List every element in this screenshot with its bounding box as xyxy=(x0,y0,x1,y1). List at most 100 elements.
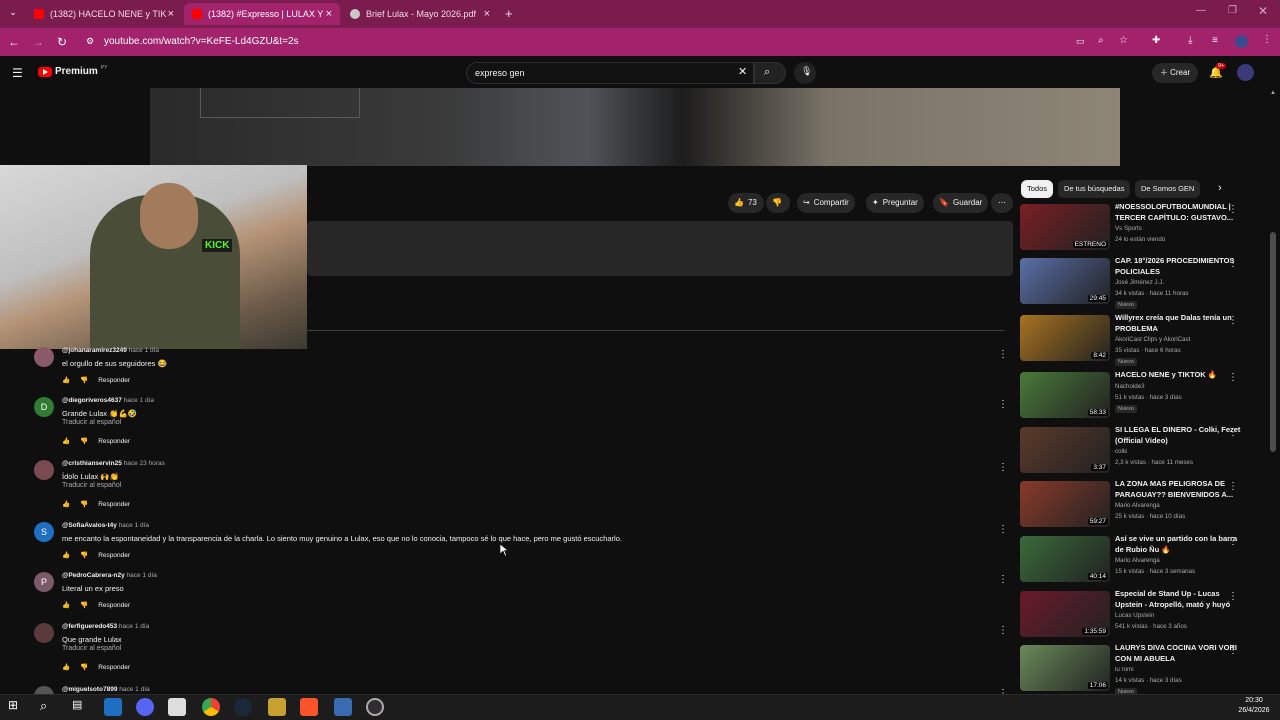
video-more-icon[interactable]: ⋮ xyxy=(1228,645,1238,656)
video-thumbnail[interactable]: 8:42 xyxy=(1020,315,1110,361)
ask-button[interactable]: ✦ Preguntar xyxy=(866,193,924,213)
scrollbar[interactable] xyxy=(1270,232,1276,452)
save-button[interactable]: 🔖 Guardar xyxy=(933,193,989,213)
video-more-icon[interactable]: ⋮ xyxy=(1228,536,1238,547)
translate-link[interactable]: Traducir al español xyxy=(62,482,121,489)
comment-username[interactable]: @SofiaAvalos-t4y xyxy=(62,522,117,529)
site-info-icon[interactable]: ⚙ xyxy=(86,36,94,47)
extensions-icon[interactable]: ✚ xyxy=(1152,35,1160,46)
comment-more-icon[interactable]: ⋮ xyxy=(998,524,1008,535)
channel-name[interactable]: Vs Sports xyxy=(1115,225,1142,232)
description-box[interactable] xyxy=(307,221,1013,276)
maximize-window-button[interactable]: ❐ xyxy=(1228,5,1237,16)
channel-name[interactable]: Mario Alvarenga xyxy=(1115,502,1160,509)
comment-more-icon[interactable]: ⋮ xyxy=(998,399,1008,410)
back-arrow-icon[interactable]: ← xyxy=(6,34,22,50)
recommended-video[interactable]: 8:42 Willyrex creía que Dalas tenía un PR… xyxy=(1020,313,1260,371)
comment-time[interactable]: hace 1 día xyxy=(127,572,157,579)
more-actions-button[interactable]: ⋯ xyxy=(991,193,1013,213)
recommended-video[interactable]: 17:06 LAURYS DIVA COCINA VORI VORI CON MI… xyxy=(1020,643,1260,701)
discord-icon[interactable] xyxy=(136,698,154,716)
comment-more-icon[interactable]: ⋮ xyxy=(998,462,1008,473)
recommended-video[interactable]: 59:27 LA ZONA MAS PELIGROSA DE PARAGUAY??… xyxy=(1020,479,1260,537)
thumbs-up-icon[interactable]: 👍 xyxy=(62,663,70,671)
thumbs-down-icon[interactable]: 👎 xyxy=(80,551,88,559)
video-title[interactable]: Willyrex creía que Dalas tenía un PROBLE… xyxy=(1115,313,1245,334)
app-icon[interactable] xyxy=(168,698,186,716)
browser-menu-icon[interactable]: ⋮ xyxy=(1262,34,1272,45)
comment-more-icon[interactable]: ⋮ xyxy=(998,625,1008,636)
comment-avatar[interactable]: S xyxy=(34,522,54,542)
close-tab-icon[interactable]: × xyxy=(484,8,490,20)
comment-time[interactable]: hace 1 día xyxy=(119,686,149,693)
video-thumbnail[interactable]: 40:14 xyxy=(1020,536,1110,582)
close-window-button[interactable]: ✕ xyxy=(1258,4,1268,18)
voice-search-button[interactable]: 🎙 xyxy=(794,62,816,84)
comment-time[interactable]: hace 1 día xyxy=(124,397,154,404)
new-tab-button[interactable]: + xyxy=(505,6,513,21)
thumbs-down-icon[interactable]: 👎 xyxy=(80,437,88,445)
comment-more-icon[interactable]: ⋮ xyxy=(998,574,1008,585)
steam-icon[interactable] xyxy=(234,698,252,716)
recommended-video[interactable]: 40:14 Así se vive un partido con la barra… xyxy=(1020,534,1260,592)
calculator-icon[interactable] xyxy=(334,698,352,716)
video-more-icon[interactable]: ⋮ xyxy=(1228,258,1238,269)
forward-arrow-icon[interactable]: → xyxy=(30,34,46,50)
comment-avatar[interactable] xyxy=(34,623,54,643)
media-icon[interactable]: ≡ xyxy=(1212,35,1218,46)
browser-tab-1[interactable]: (1382) HACELO NENE y TIKTOK × xyxy=(26,3,182,25)
recommended-video[interactable]: 58:33 HACELO NENE y TIKTOK 🔥 Nachoide3 51 k… xyxy=(1020,370,1260,428)
video-more-icon[interactable]: ⋮ xyxy=(1228,591,1238,602)
browser-tab-2[interactable]: (1382) #Expresso | LULAX Y SU × xyxy=(184,3,340,25)
search-button[interactable]: ⌕ xyxy=(754,62,786,84)
video-more-icon[interactable]: ⋮ xyxy=(1228,372,1238,383)
search-icon[interactable]: ⌕ xyxy=(40,698,58,716)
comment-username[interactable]: @diegoriveros4637 xyxy=(62,397,122,404)
download-icon[interactable]: ⤓ xyxy=(1188,35,1192,46)
channel-name[interactable]: AkoriCast Clips y AkoriCast xyxy=(1115,336,1190,343)
cast-icon[interactable]: ▭ xyxy=(1076,36,1085,47)
edge-icon[interactable] xyxy=(104,698,122,716)
video-thumbnail[interactable]: 29:45 xyxy=(1020,258,1110,304)
browser-tab-3[interactable]: Brief Lulax - Mayo 2026.pdf × xyxy=(342,3,498,25)
video-title[interactable]: CAP. 18°/2026 PROCEDIMIENTOS POLICIALES xyxy=(1115,256,1245,277)
reply-button[interactable]: Responder xyxy=(98,552,130,559)
chevron-right-icon[interactable]: › xyxy=(1218,182,1222,194)
chip-todos[interactable]: Todos xyxy=(1021,180,1054,198)
channel-name[interactable]: colki xyxy=(1115,448,1127,455)
comment-time[interactable]: hace 1 día xyxy=(119,623,149,630)
thumbs-up-icon[interactable]: 👍 xyxy=(62,500,70,508)
like-button[interactable]: 👍 73 xyxy=(728,193,764,213)
create-button[interactable]: ＋ Crear xyxy=(1152,63,1198,83)
windows-start-icon[interactable]: ⊞ xyxy=(8,698,26,716)
close-tab-icon[interactable]: × xyxy=(326,8,332,20)
share-button[interactable]: ↪ Compartir xyxy=(797,193,855,213)
reply-button[interactable]: Responder xyxy=(98,438,130,445)
comment-more-icon[interactable]: ⋮ xyxy=(998,349,1008,360)
thumbs-up-icon[interactable]: 👍 xyxy=(62,376,70,384)
recommended-video[interactable]: 1:35:59 Especial de Stand Up - Lucas Upst… xyxy=(1020,589,1260,647)
comment-username[interactable]: @ferfigueredo453 xyxy=(62,623,117,630)
video-thumbnail[interactable]: 17:06 xyxy=(1020,645,1110,691)
zoom-icon[interactable]: ⌕ xyxy=(1098,35,1104,46)
recommended-video[interactable]: 3:37 SI LLEGA EL DINERO - Colki, Fezet (O… xyxy=(1020,425,1260,483)
reply-button[interactable]: Responder xyxy=(98,664,130,671)
chrome-icon[interactable] xyxy=(202,698,220,716)
scroll-up-arrow-icon[interactable]: ▲ xyxy=(1270,90,1276,96)
search-input[interactable]: expreso gen xyxy=(466,62,754,84)
channel-name[interactable]: Mario Alvarenga xyxy=(1115,557,1160,564)
video-thumbnail[interactable]: 58:33 xyxy=(1020,372,1110,418)
reply-button[interactable]: Responder xyxy=(98,602,130,609)
video-more-icon[interactable]: ⋮ xyxy=(1228,481,1238,492)
brave-icon[interactable] xyxy=(300,698,318,716)
channel-name[interactable]: Lucas Upstein xyxy=(1115,612,1154,619)
chip-de-somos-gen[interactable]: De Somos GEN xyxy=(1135,180,1201,198)
chip-de-tus-busquedas[interactable]: De tus búsquedas xyxy=(1058,180,1131,198)
comment-username[interactable]: @PedroCabrera-n2y xyxy=(62,572,125,579)
comment-time[interactable]: hace 1 día xyxy=(119,522,149,529)
comment-username[interactable]: @cristhianservin25 xyxy=(62,460,122,467)
thumbs-up-icon[interactable]: 👍 xyxy=(62,551,70,559)
close-tab-icon[interactable]: × xyxy=(168,8,174,20)
thumbs-down-icon[interactable]: 👎 xyxy=(80,601,88,609)
video-title[interactable]: Especial de Stand Up - Lucas Upstein - A… xyxy=(1115,589,1245,610)
